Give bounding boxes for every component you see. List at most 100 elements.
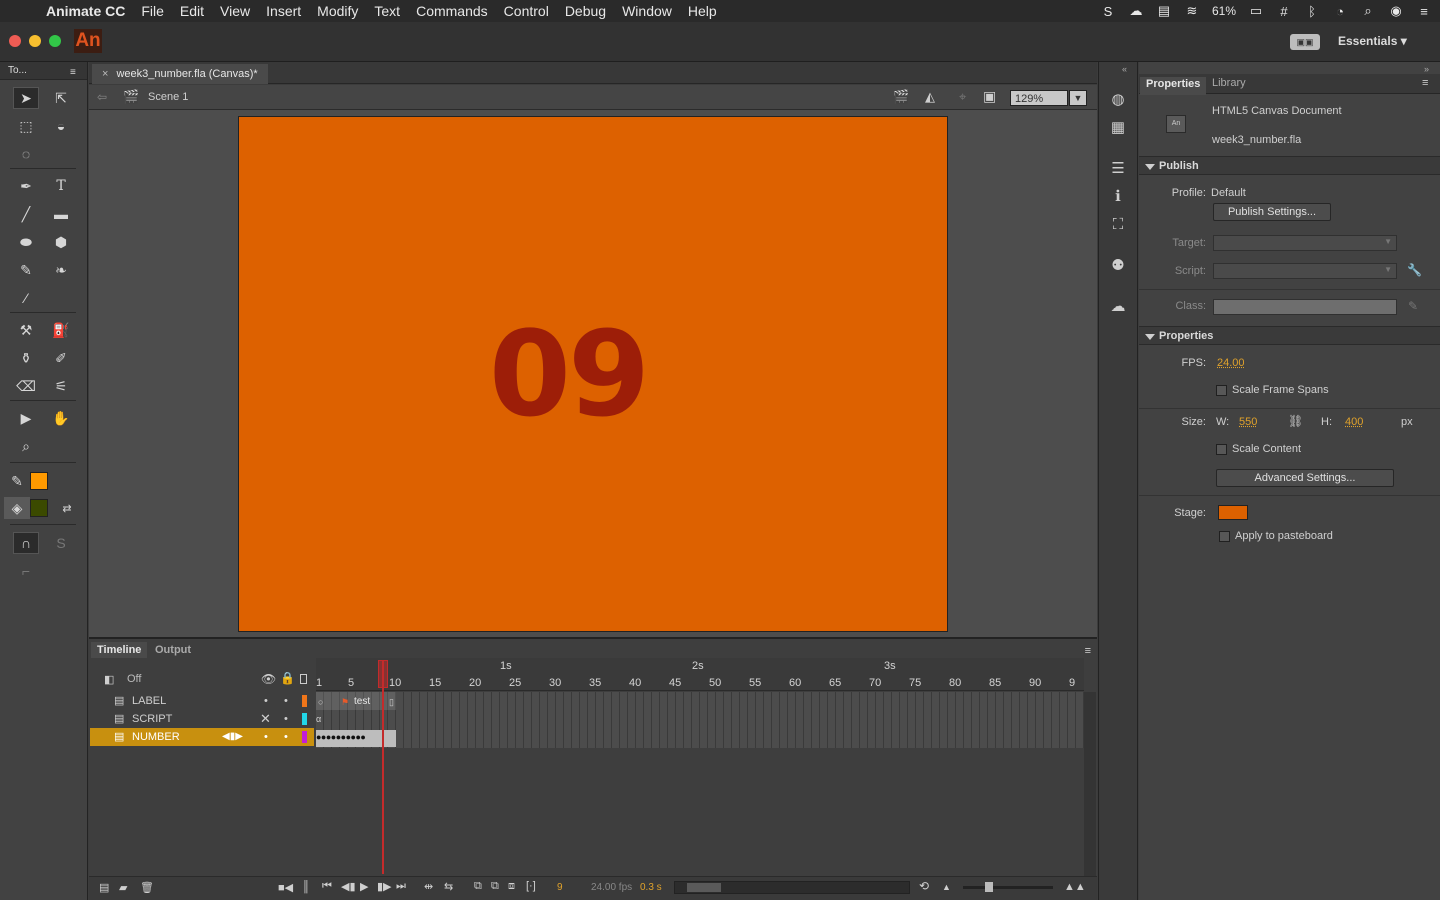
motion-presets-icon[interactable]: ◍ (1109, 90, 1127, 108)
delete-layer-icon[interactable]: 🗑 (140, 881, 154, 894)
snap-to-objects-icon[interactable]: ∩ (13, 532, 39, 554)
lock-dot[interactable]: • (284, 710, 288, 728)
scale-content-checkbox[interactable] (1216, 444, 1227, 455)
smooth-icon[interactable]: S (48, 532, 74, 554)
rectangle-tool-icon[interactable]: ▬ (48, 203, 74, 225)
subselection-tool-icon[interactable]: ⇱ (48, 87, 74, 109)
panel-menu-icon[interactable]: ≡ (1085, 645, 1091, 657)
clock-icon[interactable]: ◔ (1332, 4, 1348, 19)
battery-icon[interactable]: ▭ (1248, 3, 1264, 18)
width-tool-icon[interactable]: ⚟ (48, 375, 74, 397)
info-icon[interactable]: ℹ (1109, 187, 1127, 205)
show-hide-all-icon[interactable]: 👁 (261, 672, 276, 686)
swap-colors-icon[interactable]: ⇄ (54, 497, 80, 519)
stage-color-swatch[interactable] (1218, 505, 1248, 520)
layer-row-label[interactable]: ▤ LABEL • • (92, 692, 314, 710)
timeline-vscrollbar[interactable] (1084, 692, 1096, 876)
grid-app-icon[interactable]: # (1276, 4, 1292, 19)
hand-tool-icon[interactable]: ✋ (48, 407, 74, 429)
fit-timeline-icon[interactable]: ⟲ (919, 879, 929, 893)
layer-row-script[interactable]: ▤ SCRIPT ✕ • (92, 710, 314, 728)
s-icon[interactable]: S (1100, 4, 1116, 19)
center-stage-icon[interactable]: ⌖ (959, 89, 966, 105)
zoom-input[interactable]: 129% (1010, 90, 1068, 106)
menu-debug[interactable]: Debug (557, 0, 614, 22)
document-tab[interactable]: × week3_number.fla (Canvas)* (92, 64, 268, 84)
link-dimensions-icon[interactable]: ⛓ (1288, 414, 1303, 428)
eraser-tool-icon[interactable]: ⌫ (13, 375, 39, 397)
target-dropdown[interactable]: ▼ (1213, 235, 1397, 251)
layer-depth-icon[interactable]: ║ (302, 881, 310, 893)
cc-libraries-icon[interactable]: ☁ (1109, 297, 1127, 315)
camera-icon[interactable]: ■◀ (278, 881, 293, 894)
tab-output[interactable]: Output (149, 642, 197, 658)
menu-modify[interactable]: Modify (309, 0, 366, 22)
onion-outline-icon[interactable]: ⧉ (491, 880, 499, 893)
frame-label-text[interactable]: test (354, 696, 370, 707)
play-icon[interactable]: ▶ (360, 880, 368, 893)
menu-edit[interactable]: Edit (172, 0, 212, 22)
selection-tool-icon[interactable]: ➤ (13, 87, 39, 109)
search-icon[interactable]: ⌕ (1360, 3, 1376, 18)
close-window-button[interactable] (9, 35, 21, 47)
lock-all-icon[interactable]: 🔒 (280, 671, 295, 685)
panel-menu-icon[interactable]: ≡ (70, 67, 76, 78)
go-first-frame-icon[interactable]: ⏮ (322, 880, 332, 893)
modify-markers-icon[interactable]: [·] (526, 880, 536, 892)
straighten-icon[interactable]: ⌐ (13, 560, 39, 582)
scrollbar-thumb[interactable] (687, 883, 721, 892)
step-forward-icon[interactable]: ▮▶ (377, 880, 392, 893)
lasso-tool-icon[interactable]: ◌ (13, 143, 39, 165)
components-icon[interactable]: ⚉ (1109, 256, 1127, 274)
align-icon[interactable]: ☰ (1109, 159, 1127, 177)
script-dropdown[interactable]: ▼ (1213, 263, 1397, 279)
pencil-tool-icon[interactable]: ✎ (13, 259, 39, 281)
scale-frame-spans-checkbox[interactable] (1216, 385, 1227, 396)
stage[interactable]: 09 (238, 116, 948, 632)
fps-value[interactable]: 24.00 (1217, 357, 1245, 369)
siri-icon[interactable]: ◉ (1388, 3, 1404, 18)
script-keyframe-icon[interactable]: α (316, 714, 321, 724)
bone-tool-icon[interactable]: ⚒ (13, 319, 39, 341)
collapse-panel-icon[interactable]: » (1424, 64, 1429, 74)
close-tab-icon[interactable]: × (102, 68, 108, 80)
layer-color-swatch[interactable] (302, 713, 307, 725)
wrench-icon[interactable]: 🔧 (1407, 263, 1422, 277)
class-input[interactable] (1213, 299, 1397, 315)
free-transform-tool-icon[interactable]: ⬚ (13, 115, 39, 137)
drive-icon[interactable]: ▤ (1156, 3, 1172, 18)
stroke-color-swatch[interactable] (30, 472, 48, 490)
frame-rate[interactable]: 24.00 fps (591, 882, 632, 893)
edit-multiple-frames-icon[interactable]: ⧈ (508, 880, 515, 893)
onion-skin-toggle-icon[interactable]: ⧉ (474, 880, 482, 893)
notification-list-icon[interactable]: ≡ (1416, 4, 1432, 19)
menu-commands[interactable]: Commands (408, 0, 496, 22)
transform-icon[interactable]: ⛶ (1109, 215, 1127, 233)
menu-file[interactable]: File (133, 0, 172, 22)
fill-color-icon[interactable]: ◈ (4, 497, 30, 519)
advanced-settings-button[interactable]: Advanced Settings... (1216, 469, 1394, 487)
frames-grid[interactable] (316, 692, 1084, 748)
brush-tool-icon[interactable]: ⁄ (13, 287, 39, 309)
current-frame[interactable]: 9 (557, 882, 563, 893)
new-layer-icon[interactable]: ▤ (99, 881, 109, 894)
menu-view[interactable]: View (212, 0, 258, 22)
clip-content-icon[interactable]: ▣ (983, 88, 996, 105)
layer-name[interactable]: LABEL (132, 692, 166, 710)
minimize-window-button[interactable] (29, 35, 41, 47)
wifi-icon[interactable]: ≋ (1184, 3, 1200, 18)
zoom-out-timeline-icon[interactable]: ▲ (942, 882, 951, 892)
ink-bottle-tool-icon[interactable]: ⚱ (13, 347, 39, 369)
polystar-tool-icon[interactable]: ⬢ (48, 231, 74, 253)
elapsed-time[interactable]: 0.3 s (640, 882, 662, 893)
3d-rotation-tool-icon[interactable]: ◒ (48, 115, 74, 137)
timeline-zoom-slider[interactable] (963, 882, 1053, 892)
zoom-tool-icon[interactable]: ⌕ (13, 435, 39, 457)
line-tool-icon[interactable]: ╱ (13, 203, 39, 225)
paint-bucket-tool-icon[interactable]: ⛽ (48, 319, 74, 341)
visible-dot[interactable]: • (264, 692, 268, 710)
center-frame-icon[interactable]: ⇹ (424, 880, 433, 893)
width-value[interactable]: 550 (1239, 416, 1257, 428)
outline-all-icon[interactable] (300, 674, 307, 684)
scene-name[interactable]: Scene 1 (148, 91, 188, 103)
